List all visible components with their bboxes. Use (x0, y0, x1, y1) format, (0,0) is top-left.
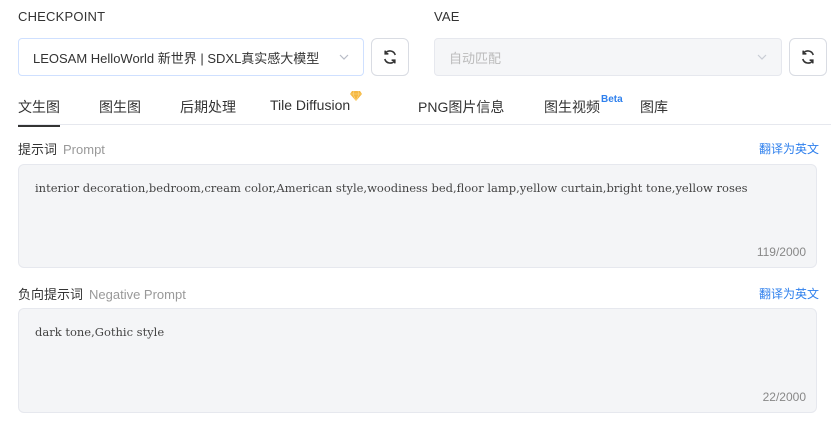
refresh-vae-button[interactable] (789, 38, 827, 76)
negative-prompt-textarea[interactable]: dark tone,Gothic style 22/2000 (18, 308, 817, 413)
tab-txt2img[interactable]: 文生图 (18, 97, 60, 127)
negative-prompt-text: dark tone,Gothic style (35, 325, 165, 339)
tab-postprocess[interactable]: 后期处理 (180, 97, 236, 117)
vae-select[interactable]: 自动匹配 (434, 38, 782, 76)
refresh-icon (802, 50, 814, 64)
vae-value: 自动匹配 (449, 50, 502, 66)
translate-prompt-link[interactable]: 翻译为英文 (759, 140, 819, 157)
checkpoint-select[interactable]: LEOSAM HelloWorld 新世界 | SDXL真实感大模型 (18, 38, 364, 76)
tab-tile-diffusion[interactable]: Tile Diffusion (270, 91, 363, 113)
tab-img2img[interactable]: 图生图 (99, 97, 141, 117)
beta-badge: Beta (601, 94, 623, 106)
negative-prompt-label: 负向提示词 Negative Prompt (18, 284, 186, 303)
vae-label: VAE (434, 9, 460, 24)
prompt-label-cn: 提示词 (18, 142, 58, 157)
tab-tile-diffusion-label: Tile Diffusion (270, 97, 351, 113)
chevron-down-icon (339, 54, 349, 60)
negative-prompt-label-cn: 负向提示词 (18, 287, 84, 302)
negative-prompt-label-en: Negative Prompt (89, 287, 186, 302)
checkpoint-value: LEOSAM HelloWorld 新世界 | SDXL真实感大模型 (33, 50, 320, 66)
tab-img2video-label: 图生视频 (544, 99, 600, 115)
negative-prompt-char-counter: 22/2000 (762, 390, 806, 404)
gem-icon (350, 91, 363, 101)
checkpoint-label: CHECKPOINT (18, 9, 106, 24)
mode-tabs: 文生图 图生图 后期处理 Tile Diffusion PNG图片信息 图生视频… (18, 88, 831, 127)
prompt-label-en: Prompt (63, 142, 105, 157)
prompt-char-counter: 119/2000 (756, 245, 806, 259)
prompt-textarea[interactable]: interior decoration,bedroom,cream color,… (18, 164, 817, 268)
tab-gallery[interactable]: 图库 (640, 97, 668, 117)
translate-negative-prompt-link[interactable]: 翻译为英文 (759, 285, 819, 302)
prompt-label: 提示词 Prompt (18, 139, 105, 158)
tab-img2video[interactable]: 图生视频Beta (544, 94, 623, 117)
refresh-icon (384, 50, 396, 64)
prompt-text: interior decoration,bedroom,cream color,… (35, 181, 748, 195)
chevron-down-icon (757, 54, 767, 60)
tab-png-info[interactable]: PNG图片信息 (418, 97, 504, 117)
refresh-checkpoint-button[interactable] (371, 38, 409, 76)
